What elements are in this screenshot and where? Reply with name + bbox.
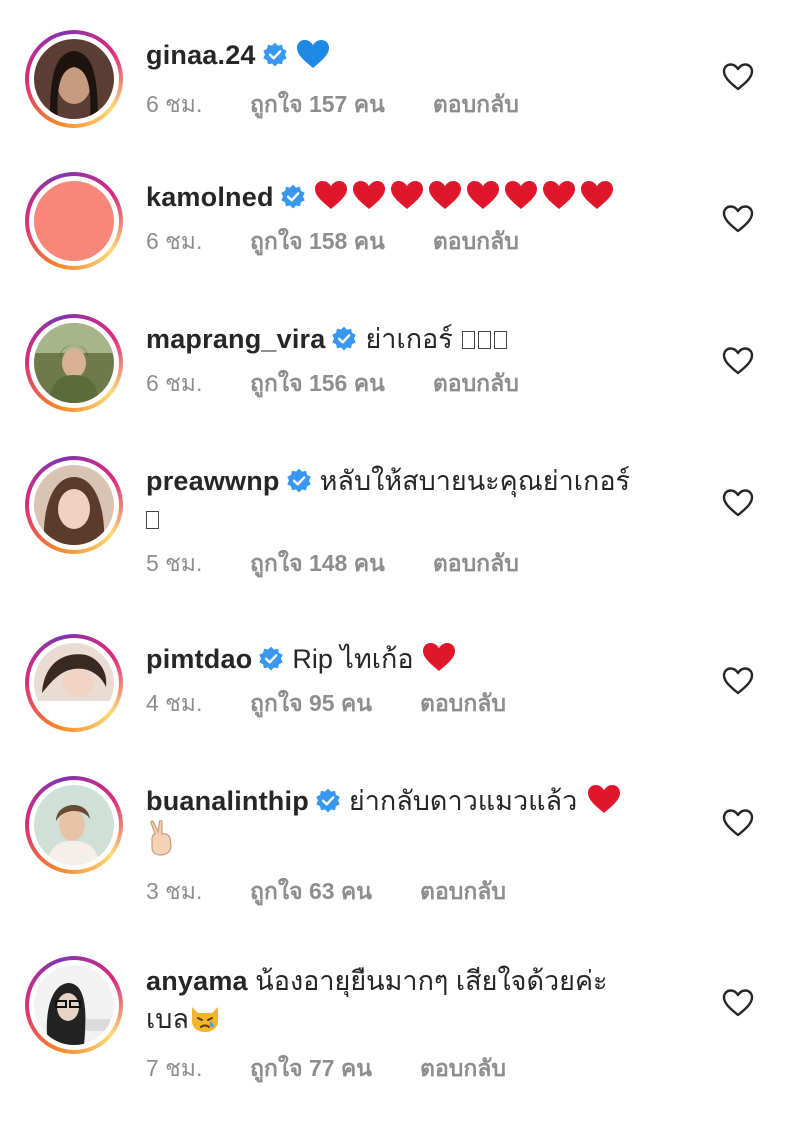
comment-likes-link[interactable]: ถูกใจ 95 คน: [250, 688, 372, 718]
reply-button[interactable]: ตอบกลับ: [420, 688, 506, 718]
blue-heart-emoji-icon: [296, 39, 330, 79]
reply-button[interactable]: ตอบกลับ: [433, 89, 519, 119]
reply-button[interactable]: ตอบกลับ: [420, 876, 506, 906]
comment-time: 3 ชม.: [146, 878, 203, 904]
avatar[interactable]: [25, 456, 123, 554]
like-heart-icon[interactable]: [722, 988, 754, 1018]
avatar[interactable]: [25, 30, 123, 128]
avatar[interactable]: [25, 314, 123, 412]
like-heart-icon[interactable]: [722, 346, 754, 376]
victory-hand-emoji-icon: [146, 820, 176, 866]
comment-username[interactable]: kamolned: [146, 182, 274, 212]
comment-time: 6 ชม.: [146, 370, 203, 396]
comment-username[interactable]: pimtdao: [146, 644, 252, 674]
comment-time: 7 ชม.: [146, 1055, 203, 1081]
verified-badge-icon: [258, 646, 284, 672]
red-hearts-emoji-icon: [314, 182, 618, 212]
missing-glyph-icon: [146, 504, 159, 534]
like-heart-icon[interactable]: [722, 808, 754, 838]
comment-text: ย่ากลับดาวแมวแล้ว: [348, 786, 578, 816]
avatar[interactable]: [25, 956, 123, 1054]
reply-button[interactable]: ตอบกลับ: [433, 368, 519, 398]
reply-button[interactable]: ตอบกลับ: [433, 548, 519, 578]
verified-badge-icon: [280, 184, 306, 210]
comment-likes-link[interactable]: ถูกใจ 157 คน: [250, 89, 385, 119]
avatar[interactable]: [25, 172, 123, 270]
verified-badge-icon: [262, 42, 288, 68]
comment-text: น้องอายุยืนมากๆ เสียใจด้วยค่ะ: [255, 966, 608, 996]
comment-likes-link[interactable]: ถูกใจ 156 คน: [250, 368, 385, 398]
like-heart-icon[interactable]: [722, 488, 754, 518]
verified-badge-icon: [331, 326, 357, 352]
like-heart-icon[interactable]: [722, 204, 754, 234]
comment-username[interactable]: preawwnp: [146, 466, 280, 496]
red-heart-emoji-icon: [587, 784, 621, 814]
comment-time: 5 ชม.: [146, 550, 203, 576]
missing-glyph-icon: [459, 324, 507, 354]
avatar[interactable]: [25, 634, 123, 732]
like-heart-icon[interactable]: [722, 62, 754, 92]
comment-likes-link[interactable]: ถูกใจ 63 คน: [250, 876, 372, 906]
verified-badge-icon: [286, 468, 312, 494]
comment-text: ย่าเกอร์: [365, 324, 453, 354]
reply-button[interactable]: ตอบกลับ: [433, 226, 519, 256]
verified-badge-icon: [315, 788, 341, 814]
comment-likes-link[interactable]: ถูกใจ 148 คน: [250, 548, 385, 578]
avatar[interactable]: [25, 776, 123, 874]
red-heart-emoji-icon: [422, 642, 456, 672]
comment-time: 6 ชม.: [146, 228, 203, 254]
comment-text-continued: เบล: [146, 1004, 189, 1034]
comment-text: หลับให้สบายนะคุณย่าเกอร์: [319, 466, 631, 496]
comment-time: 6 ชม.: [146, 91, 203, 117]
comment-username[interactable]: maprang_vira: [146, 324, 325, 354]
comment-likes-link[interactable]: ถูกใจ 158 คน: [250, 226, 385, 256]
comment-username[interactable]: ginaa.24: [146, 40, 256, 70]
comment-text: Rip ไทเก้อ: [292, 644, 414, 674]
like-heart-icon[interactable]: [722, 666, 754, 696]
crying-cat-emoji-icon: [189, 1003, 221, 1043]
comment-likes-link[interactable]: ถูกใจ 77 คน: [250, 1053, 372, 1083]
reply-button[interactable]: ตอบกลับ: [420, 1053, 506, 1083]
comment-username[interactable]: buanalinthip: [146, 786, 309, 816]
comment-time: 4 ชม.: [146, 690, 203, 716]
comment-username[interactable]: anyama: [146, 966, 248, 996]
